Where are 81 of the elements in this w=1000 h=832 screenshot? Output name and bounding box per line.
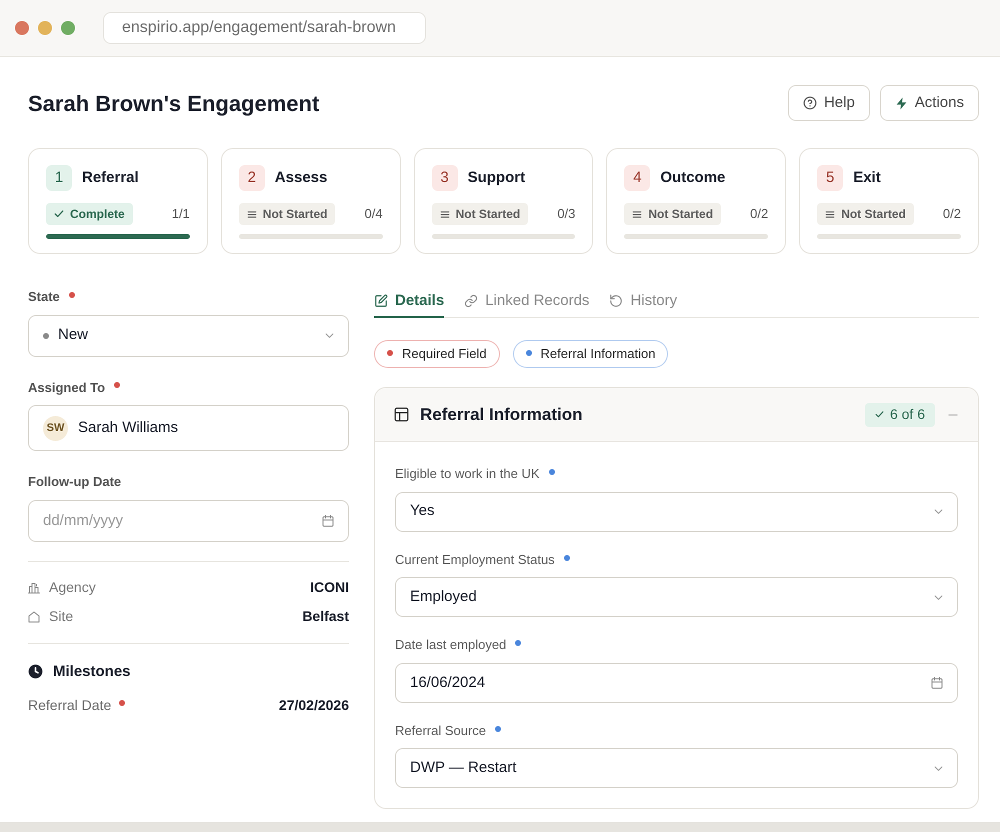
building-icon xyxy=(28,582,40,594)
calendar-icon xyxy=(322,514,334,526)
lines-icon xyxy=(246,210,257,218)
milestone-label: Referral Date xyxy=(28,696,112,714)
stage-title: Referral xyxy=(82,168,139,188)
window-maximize-icon xyxy=(61,21,75,35)
stage-number: 2 xyxy=(238,165,265,191)
legend-label: Required Field xyxy=(402,345,487,364)
stage-count: 0/2 xyxy=(750,205,768,224)
detail-value: Belfast xyxy=(302,607,349,626)
select-field[interactable]: DWP — Restart xyxy=(395,748,958,788)
stage-count: 0/2 xyxy=(942,205,961,224)
detail-value: ICONI xyxy=(310,578,349,597)
field-label: Date last employed xyxy=(395,636,506,654)
field-label: Follow-up Date xyxy=(28,473,122,491)
milestone-value: 27/02/2026 xyxy=(278,696,349,714)
page-title: Sarah Brown's Engagement xyxy=(28,90,320,118)
lines-icon xyxy=(440,210,450,218)
help-button[interactable]: Help xyxy=(788,85,870,121)
stage-title: Exit xyxy=(853,168,881,188)
stage-count: 0/3 xyxy=(557,205,576,224)
stage-title: Support xyxy=(468,168,526,188)
stage-card[interactable]: 2 Assess Not Started 0/4 xyxy=(220,148,401,254)
stage-title: Assess xyxy=(274,168,328,188)
check-icon xyxy=(874,410,884,419)
chevron-down-icon xyxy=(934,507,943,516)
actions-button[interactable]: Actions xyxy=(880,85,979,121)
stage-number: 1 xyxy=(46,165,72,191)
chevron-down-icon xyxy=(325,331,334,340)
layout-icon xyxy=(394,407,409,422)
window-close-icon xyxy=(15,21,29,35)
help-icon xyxy=(802,96,817,110)
check-icon xyxy=(54,209,64,219)
calendar-icon xyxy=(931,676,943,688)
avatar: SW xyxy=(43,416,68,440)
section-title: Referral Information xyxy=(420,404,582,426)
address-bar[interactable]: enspirio.app/engagement/sarah-brown xyxy=(103,12,426,44)
stage-card[interactable]: 5 Exit Not Started 0/2 xyxy=(799,148,979,254)
stage-number: 4 xyxy=(624,165,650,191)
detail-label: Agency xyxy=(49,578,96,597)
clock-icon xyxy=(28,664,43,680)
status-text: Complete xyxy=(70,206,125,223)
state-select[interactable]: New xyxy=(28,314,349,356)
detail-label: Site xyxy=(49,607,74,626)
lines-icon xyxy=(825,210,836,218)
lines-icon xyxy=(632,210,642,218)
field-label: State xyxy=(28,288,60,306)
section-heading: Milestones xyxy=(53,662,131,682)
count-text: 6 of 6 xyxy=(890,405,925,424)
select-field[interactable]: Yes xyxy=(395,492,958,532)
section-header[interactable]: Referral Information 6 of 6 xyxy=(375,388,978,442)
stage-count: 0/4 xyxy=(364,205,383,224)
field-label: Referral Source xyxy=(395,722,486,740)
select-field[interactable]: Employed xyxy=(395,577,958,617)
chevron-down-icon xyxy=(934,764,943,772)
stage-number: 5 xyxy=(817,165,844,191)
status-text: Not Started xyxy=(648,206,714,223)
tab[interactable]: Details xyxy=(374,287,444,318)
history-icon xyxy=(609,294,624,308)
chevron-down-icon xyxy=(934,592,943,602)
status-text: Not Started xyxy=(841,206,906,223)
stage-card[interactable]: 1 Referral Complete 1/1 xyxy=(28,148,208,254)
date-field[interactable]: dd/mm/yyyy xyxy=(28,500,349,542)
field-label: Assigned To xyxy=(28,378,106,397)
lightning-icon xyxy=(894,96,908,110)
date-field[interactable]: 16/06/2024 xyxy=(395,662,958,702)
legend-label: Referral Information xyxy=(540,345,656,364)
stage-count: 1/1 xyxy=(172,205,190,224)
house-icon xyxy=(28,610,40,622)
field-label: Eligible to work in the UK xyxy=(395,465,540,483)
edit-icon xyxy=(374,294,388,308)
assignee-select[interactable]: SW Sarah Williams xyxy=(28,405,349,451)
link-icon xyxy=(464,294,478,308)
stage-card[interactable]: 3 Support Not Started 0/3 xyxy=(414,148,594,254)
status-text: Not Started xyxy=(456,206,520,223)
window-minimize-icon xyxy=(38,21,52,35)
stage-title: Outcome xyxy=(660,168,726,188)
field-label: Current Employment Status xyxy=(395,550,555,569)
stage-card[interactable]: 4 Outcome Not Started 0/2 xyxy=(606,148,786,254)
stage-number: 3 xyxy=(432,165,458,191)
status-text: Not Started xyxy=(262,206,328,223)
